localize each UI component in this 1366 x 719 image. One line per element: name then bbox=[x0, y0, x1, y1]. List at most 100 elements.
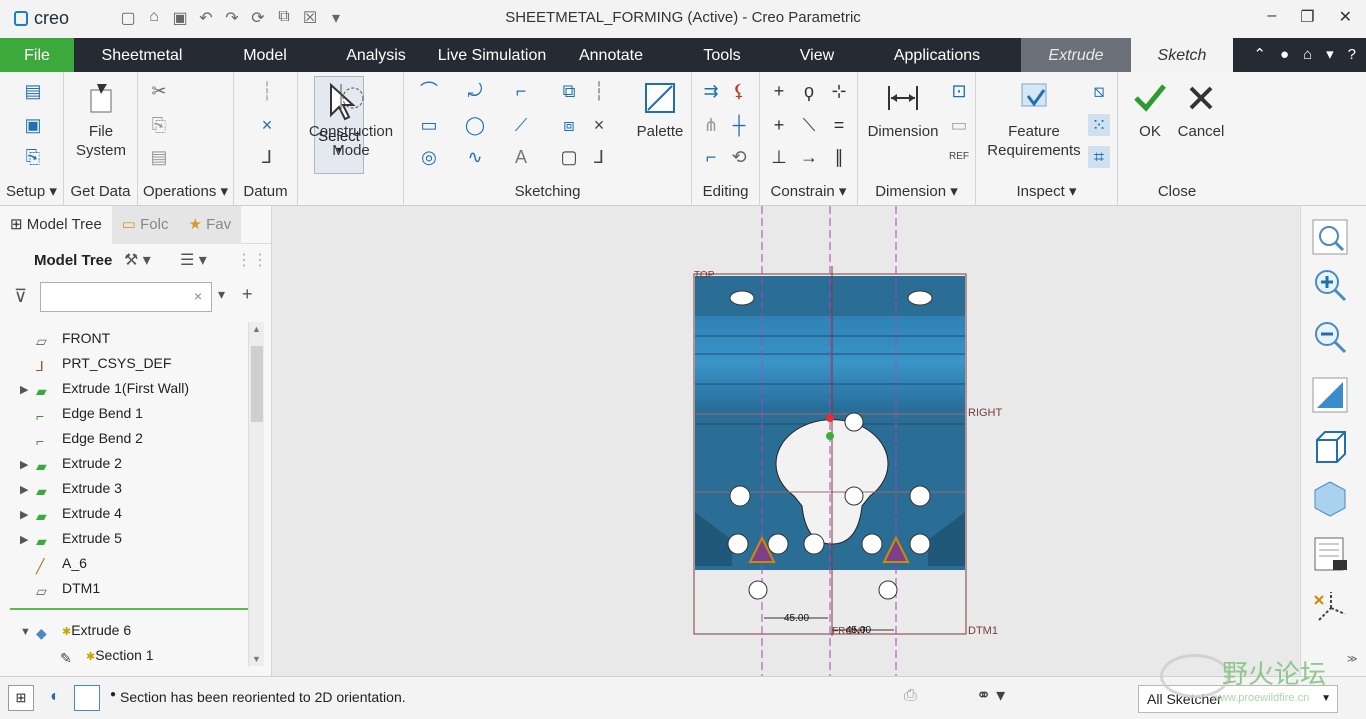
collapse-arrow-icon[interactable]: ▼ bbox=[20, 620, 36, 644]
refit-icon[interactable] bbox=[1309, 216, 1351, 258]
tree-item[interactable]: ╱ A_6 bbox=[20, 551, 87, 575]
find-icon[interactable]: ⚭ ▾ bbox=[976, 685, 1005, 706]
rectangle-icon[interactable]: ▭ bbox=[418, 114, 440, 136]
centerline-icon[interactable]: ┆ bbox=[256, 80, 278, 102]
coincident-constraint-icon[interactable]: ⟍ bbox=[798, 114, 820, 136]
settings-icon[interactable]: ⚒ ▾ bbox=[124, 250, 151, 270]
symmetric-constraint-icon[interactable]: → bbox=[798, 146, 820, 168]
csys-sketch-icon[interactable]: ⅃ bbox=[588, 146, 610, 168]
tab-view[interactable]: View bbox=[786, 38, 848, 72]
delete-segment-icon[interactable]: ⚸ bbox=[728, 80, 750, 102]
tree-filter-input[interactable] bbox=[40, 282, 212, 312]
perimeter-icon[interactable]: ⊡ bbox=[948, 80, 970, 102]
chamfer-icon[interactable]: ⟋ bbox=[510, 114, 532, 136]
palette-button[interactable]: Palette bbox=[630, 80, 690, 141]
insert-here-marker[interactable] bbox=[10, 608, 248, 610]
tree-item[interactable]: ⅃ PRT_CSYS_DEF bbox=[20, 351, 171, 375]
regenerate-status-icon[interactable]: ⎙ bbox=[904, 687, 917, 705]
collapse-ribbon-icon[interactable]: ⌃ bbox=[1253, 38, 1266, 72]
expand-arrow-icon[interactable]: ▶ bbox=[20, 528, 36, 552]
sketch-setup-icon[interactable]: ▤ bbox=[22, 80, 44, 102]
sketch-view-icon[interactable]: ⎘ bbox=[22, 146, 44, 168]
tab-file[interactable]: File bbox=[0, 38, 74, 72]
project-icon[interactable]: ▢ bbox=[558, 146, 580, 168]
construction-mode-button[interactable]: Construction Mode bbox=[298, 80, 404, 160]
tab-extrude[interactable]: Extrude bbox=[1021, 38, 1131, 72]
saved-orientations-icon[interactable] bbox=[1309, 426, 1351, 468]
zoom-in-icon[interactable] bbox=[1309, 264, 1351, 306]
tree-item[interactable]: ▱ DTM1 bbox=[20, 576, 100, 600]
operations-label[interactable]: Operations ▾ bbox=[138, 182, 233, 200]
ellipse-icon[interactable]: ◯ bbox=[464, 114, 486, 136]
help-icon[interactable]: ? bbox=[1348, 38, 1356, 72]
datum-display-icon[interactable] bbox=[1309, 586, 1351, 628]
tree-item[interactable]: ▶ ▰ Extrude 4 bbox=[20, 501, 122, 525]
divide-icon[interactable]: ┼ bbox=[728, 114, 750, 136]
show-navigator-icon[interactable]: ⊞ bbox=[8, 685, 34, 711]
thicken-icon[interactable]: ⧈ bbox=[558, 114, 580, 136]
show-icon[interactable]: ☰ ▾ bbox=[180, 250, 207, 270]
arc-icon[interactable]: ⤾ bbox=[464, 80, 486, 102]
tab-favorites[interactable]: ★ Fav bbox=[178, 205, 242, 244]
restore-icon[interactable]: ❐ bbox=[1300, 7, 1314, 27]
tree-item[interactable]: ✎ ✱Section 1 bbox=[44, 643, 154, 667]
expand-arrow-icon[interactable]: ▶ bbox=[20, 503, 36, 527]
point-icon[interactable]: × bbox=[256, 114, 278, 136]
repaint-icon[interactable] bbox=[1309, 374, 1351, 416]
line-icon[interactable]: ⌒ bbox=[418, 80, 440, 102]
midpoint-constraint-icon[interactable]: ⊹ bbox=[828, 80, 850, 102]
parallel-constraint-icon[interactable]: ∥ bbox=[828, 146, 850, 168]
cancel-button[interactable]: Cancel bbox=[1174, 80, 1228, 141]
fillet-icon[interactable]: ⌐ bbox=[510, 80, 532, 102]
tree-item[interactable]: ▶ ▰ Extrude 2 bbox=[20, 451, 122, 475]
user-icon[interactable]: ● bbox=[1280, 38, 1289, 72]
paste-icon[interactable]: ▤ bbox=[148, 146, 170, 168]
tree-columns-icon[interactable]: ⋮⋮ bbox=[236, 250, 268, 270]
filter-options-icon[interactable]: ▾ bbox=[218, 286, 225, 303]
feature-requirements-button[interactable]: Feature Requirements bbox=[980, 80, 1088, 160]
tree-scrollbar[interactable]: ▲ ▼ bbox=[248, 322, 264, 666]
tree-item[interactable]: ⌐ Edge Bend 1 bbox=[20, 401, 143, 425]
tree-item[interactable]: ▶ ▰ Extrude 3 bbox=[20, 476, 122, 500]
inspect-label[interactable]: Inspect ▾ bbox=[976, 182, 1117, 200]
dimension-label[interactable]: Dimension ▾ bbox=[858, 182, 975, 200]
overlapping-geometry-icon[interactable]: ⧅ bbox=[1088, 80, 1110, 102]
tab-model-tree[interactable]: ⊞ Model Tree bbox=[0, 205, 112, 244]
full-screen-icon[interactable] bbox=[74, 685, 100, 711]
ok-button[interactable]: OK bbox=[1130, 80, 1170, 141]
dropdown-icon[interactable]: ▾ bbox=[1326, 38, 1334, 72]
vertical-constraint-icon[interactable]: + bbox=[768, 80, 790, 102]
tree-item[interactable]: ▱ FRONT bbox=[20, 326, 110, 350]
baseline-icon[interactable]: ▭ bbox=[948, 114, 970, 136]
corner-icon[interactable]: ⌐ bbox=[700, 146, 722, 168]
offset-icon[interactable]: ⧉ bbox=[558, 80, 580, 102]
copy-icon[interactable]: ⎘ bbox=[148, 114, 170, 136]
reference-icon[interactable]: ▣ bbox=[22, 114, 44, 136]
tab-tools[interactable]: Tools bbox=[690, 38, 754, 72]
file-system-button[interactable]: File System bbox=[64, 80, 138, 160]
browser-icon[interactable]: ◐ bbox=[42, 685, 68, 711]
tree-item[interactable]: ▼ ◆ ✱Extrude 6 bbox=[20, 618, 131, 642]
perpendicular-constraint-icon[interactable]: ⊥ bbox=[768, 146, 790, 168]
tab-annotate[interactable]: Annotate bbox=[570, 38, 652, 72]
dimension-button[interactable]: Dimension bbox=[858, 80, 948, 141]
close-icon[interactable]: ✕ bbox=[1339, 7, 1352, 27]
circle-icon[interactable]: ◎ bbox=[418, 146, 440, 168]
tree-item[interactable]: ▶ ▰ Extrude 1(First Wall) bbox=[20, 376, 189, 400]
expand-arrow-icon[interactable]: ▶ bbox=[20, 453, 36, 477]
text-icon[interactable]: A bbox=[510, 146, 532, 168]
reference-dim-icon[interactable]: REF bbox=[948, 146, 970, 168]
tab-applications[interactable]: Applications bbox=[882, 38, 992, 72]
tab-analysis[interactable]: Analysis bbox=[336, 38, 416, 72]
shade-closed-loops-icon[interactable]: ⌗ bbox=[1088, 146, 1110, 168]
mirror-icon[interactable]: ⋔ bbox=[700, 114, 722, 136]
tree-item[interactable]: ▶ ▰ Extrude 5 bbox=[20, 526, 122, 550]
setup-label[interactable]: Setup ▾ bbox=[0, 182, 63, 200]
tangent-constraint-icon[interactable]: ϙ bbox=[798, 80, 820, 102]
view-manager-icon[interactable] bbox=[1309, 534, 1351, 576]
add-icon[interactable]: + bbox=[242, 284, 253, 305]
learning-icon[interactable]: ⌂ bbox=[1303, 38, 1312, 72]
clear-filter-icon[interactable]: × bbox=[194, 288, 202, 304]
minimize-icon[interactable]: – bbox=[1267, 7, 1276, 27]
centerline-sketch-icon[interactable]: ┆ bbox=[588, 80, 610, 102]
